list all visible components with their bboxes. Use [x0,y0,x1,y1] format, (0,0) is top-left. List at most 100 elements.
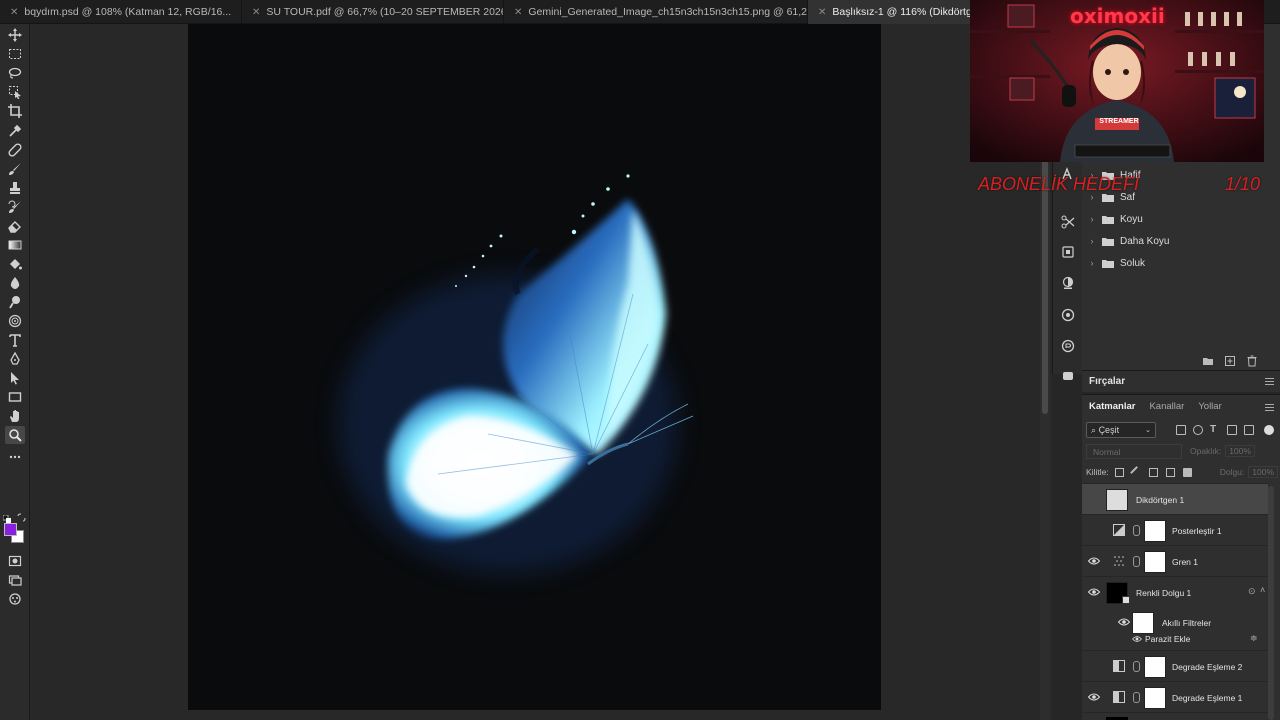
layer-name: Akıllı Filtreler [1162,618,1212,628]
panel-menu-icon[interactable] [1265,404,1274,411]
path-selection-tool[interactable] [5,369,25,387]
eye-icon[interactable] [1088,692,1100,702]
document-canvas[interactable] [188,24,881,710]
tab-layers[interactable]: Katmanlar [1082,395,1142,419]
link-icon[interactable] [1133,556,1140,567]
tools-panel [0,24,30,720]
eraser-tool[interactable] [5,217,25,235]
edit-toolbar-button[interactable] [5,590,25,608]
trash-icon[interactable] [1246,354,1258,367]
layer-row-posterlestir-1[interactable]: Posterleştir 1 [1082,514,1268,545]
swap-colors-icon[interactable] [17,509,26,522]
layer-row-parazit-ekle[interactable]: Parazit Ekle ≑ [1082,631,1268,649]
filter-toggle-icon[interactable] [1264,425,1274,435]
glyphs-panel-button[interactable] [1060,368,1076,384]
blend-mode-select[interactable]: Normal [1086,443,1182,459]
adjustment-filter-icon[interactable] [1193,425,1203,435]
type-tool[interactable] [5,331,25,349]
new-group-icon[interactable] [1202,354,1214,366]
document-tab-4-active[interactable]: ✕ Başlıksız-1 @ 116% (Dikdörtgen 1, [808,0,978,24]
pixel-filter-icon[interactable] [1176,425,1186,435]
smart-object-filter-icon[interactable] [1244,425,1254,435]
pen-tool[interactable] [5,350,25,368]
brush-tool[interactable] [5,160,25,178]
gradient-tool[interactable] [5,236,25,254]
lock-all-icon[interactable] [1182,467,1192,477]
layer-row-next[interactable] [1082,712,1268,720]
fill-label: Dolgu: [1219,467,1245,477]
layer-row-gren-1[interactable]: Gren 1 [1082,545,1268,576]
color-panel-button[interactable] [1060,307,1076,323]
shape-filter-icon[interactable] [1227,425,1237,435]
layers-scrollbar[interactable] [1268,486,1274,720]
collapse-chevron-icon[interactable]: ˄ [1260,585,1265,595]
object-selection-tool[interactable] [5,83,25,101]
chevron-right-icon[interactable]: › [1084,258,1100,268]
adjustments-panel-button[interactable] [1060,275,1076,291]
close-icon[interactable]: ✕ [252,7,260,18]
link-icon[interactable] [1133,661,1140,672]
layer-row-degrade-esleme-2[interactable]: Degrade Eşleme 2 [1082,650,1268,681]
default-colors-icon[interactable] [2,510,11,523]
smart-filter-indicator-icon[interactable]: ⊙ [1248,586,1256,597]
fill-value[interactable]: 100% [1248,466,1279,478]
shirt-text: STREAMER [1099,118,1139,125]
link-icon[interactable] [1133,692,1140,703]
document-tab-3[interactable]: ✕ Gemini_Generated_Image_ch15n3ch15n3ch1… [504,0,808,24]
layer-row-renkli-dolgu-1[interactable]: Renkli Dolgu 1 ⊙ ˄ [1082,576,1268,607]
quick-mask-icon [8,555,22,567]
document-tab-2[interactable]: ✕ SU TOUR.pdf @ 66,7% (10–20 SEPTEMBER 2… [242,0,504,24]
foreground-color-swatch[interactable] [4,523,17,536]
folder-koyu[interactable]: › Koyu [1082,208,1272,230]
lock-paint-icon[interactable] [1129,465,1143,479]
layer-filter-select[interactable]: ⌕ Çeşit ⌄ [1086,422,1156,438]
close-icon[interactable]: ✕ [818,7,826,18]
quick-mask-button[interactable] [5,552,25,570]
lock-artboard-icon[interactable] [1165,467,1175,477]
folder-soluk[interactable]: › Soluk [1082,252,1272,274]
clone-stamp-tool[interactable] [5,179,25,197]
layer-row-dikdortgen-1[interactable]: Dikdörtgen 1 [1082,483,1268,514]
link-icon[interactable] [1133,525,1140,536]
paint-bucket-tool[interactable] [5,255,25,273]
eye-icon[interactable] [1118,617,1130,627]
close-icon[interactable]: ✕ [10,7,18,18]
tab-channels[interactable]: Kanallar [1142,395,1191,419]
type-filter-icon[interactable]: T [1210,425,1220,435]
eye-icon[interactable] [1132,635,1142,643]
more-tools-button[interactable] [5,448,25,466]
brushes-panel-header[interactable]: Fırçalar [1082,370,1280,392]
eye-icon[interactable] [1088,587,1100,597]
lock-transparent-icon[interactable] [1114,467,1124,477]
screen-mode-button[interactable] [5,571,25,589]
eye-icon[interactable] [1088,556,1100,566]
lasso-tool[interactable] [5,64,25,82]
close-icon[interactable]: ✕ [514,7,522,18]
document-tab-1[interactable]: ✕ bqydım.psd @ 108% (Katman 12, RGB/16..… [0,0,242,24]
blur-tool[interactable] [5,274,25,292]
zoom-tool[interactable] [5,426,25,444]
history-brush-tool[interactable] [5,198,25,216]
filter-options-icon[interactable]: ≑ [1250,633,1258,644]
libraries-panel-button[interactable] [1060,244,1076,260]
folder-daha-koyu[interactable]: › Daha Koyu [1082,230,1272,252]
dodge-tool[interactable] [5,293,25,311]
lock-position-icon[interactable] [1148,467,1158,477]
chevron-right-icon[interactable]: › [1084,236,1100,246]
move-tool[interactable] [5,26,25,44]
panel-menu-icon[interactable] [1265,378,1274,385]
healing-brush-tool[interactable] [5,141,25,159]
rectangle-tool[interactable] [5,388,25,406]
crop-tool[interactable] [5,102,25,120]
marquee-tool[interactable] [5,45,25,63]
sponge-tool[interactable] [5,312,25,330]
opacity-value[interactable]: 100% [1225,445,1255,457]
tab-paths[interactable]: Yollar [1191,395,1228,419]
new-preset-icon[interactable] [1224,354,1236,366]
properties-panel-button[interactable] [1060,338,1076,354]
layer-row-degrade-esleme-1[interactable]: Degrade Eşleme 1 [1082,681,1268,712]
tools-presets-button[interactable] [1060,214,1076,230]
eyedropper-tool[interactable] [5,122,25,140]
chevron-right-icon[interactable]: › [1084,214,1100,224]
hand-tool[interactable] [5,407,25,425]
